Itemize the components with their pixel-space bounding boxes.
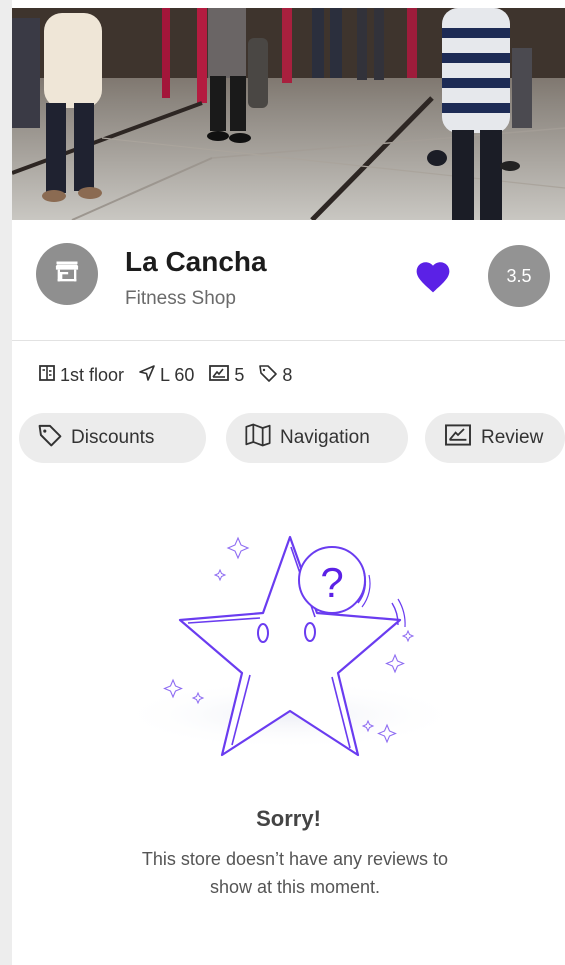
tab-review-label: Review [481,427,544,448]
rating-badge: 3.5 [488,245,550,307]
floor-info: 1st floor [38,364,124,387]
tag-icon [37,422,71,454]
tab-discounts[interactable]: Discounts [19,413,206,463]
store-category: Fitness Shop [125,288,236,309]
store-name: La Cancha [125,246,267,277]
left-edge [0,0,12,965]
floor-icon [38,364,60,387]
tab-navigation[interactable]: Navigation [226,413,408,463]
location-label: L 60 [160,364,195,385]
empty-reviews-illustration: ? [110,525,470,780]
reviews-count-info: 5 [208,364,244,387]
store-header: La Cancha Fitness Shop 3.5 [12,220,565,340]
tab-discounts-label: Discounts [71,427,155,448]
store-avatar [36,243,98,305]
store-photo [12,8,565,220]
empty-state-message: This store doesn’t have any reviews to s… [141,849,449,897]
review-icon [208,364,234,387]
empty-state-title: Sorry! [256,806,321,831]
tab-review[interactable]: Review [425,413,565,463]
map-icon [244,423,280,453]
navigation-arrow-icon [138,364,160,387]
storefront-icon [53,258,81,291]
confused-star-icon: ? [110,535,470,784]
location-info: L 60 [138,364,194,387]
tag-icon [258,363,282,388]
store-meta: 1st floor L 60 5 8 [38,362,306,388]
review-icon [443,423,481,453]
svg-text:?: ? [320,559,343,606]
discounts-count-info: 8 [258,363,292,388]
reviews-count: 5 [234,364,245,385]
divider [12,340,565,341]
tab-navigation-label: Navigation [280,427,370,448]
heart-icon [412,262,454,298]
discounts-count: 8 [282,364,293,385]
favorite-button[interactable] [412,258,454,294]
floor-label: 1st floor [60,364,125,385]
